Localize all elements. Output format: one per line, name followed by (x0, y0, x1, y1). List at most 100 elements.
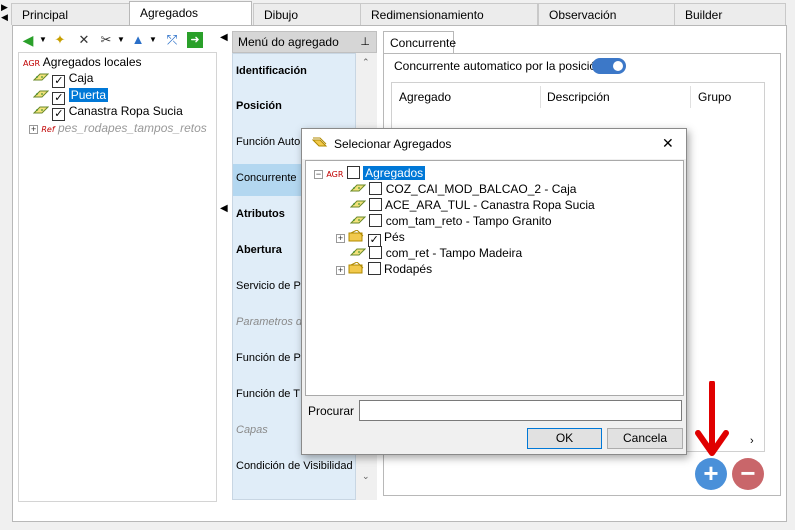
dialog-tree-folder[interactable]: + Rodapés (336, 261, 432, 277)
tab-scroll-right-icon[interactable]: ◀ (1, 12, 8, 23)
agr-tag-icon: AGR (326, 170, 344, 179)
dialog-tree-item[interactable]: ACE_ARA_TUL - Canastra Ropa Sucia (349, 197, 595, 213)
tree-root-label: Agregados locales (42, 55, 142, 69)
tab-agregados[interactable]: Agregados (129, 1, 252, 26)
dialog-tree-label: com_tam_reto - Tampo Granito (385, 214, 552, 228)
tab-label: Dibujo (264, 8, 299, 22)
dialog-tree-checkbox[interactable] (369, 214, 383, 227)
expand-icon[interactable]: + (336, 266, 345, 275)
dialog-tree-item[interactable]: COZ_CAI_MOD_BALCAO_2 - Caja (349, 181, 576, 197)
search-input[interactable] (359, 400, 682, 421)
dialog-tree-root[interactable]: − AGR Agregados (314, 165, 426, 181)
tab-label: Principal (22, 8, 69, 22)
aggregate-icon (349, 214, 367, 226)
cut-icon[interactable]: ✂ (98, 32, 114, 48)
menu-item-identificacion[interactable]: Identificación (236, 65, 354, 77)
menu-item-label: Función Auto (236, 136, 301, 148)
menu-item-label: Concurrente (236, 172, 297, 184)
aggregate-icon (32, 71, 50, 83)
aggregate-icon (349, 198, 367, 210)
tree-item-label: pes_rodapes_tampos_retos (57, 121, 207, 135)
tab-redimensionamiento[interactable]: Redimensionamiento (360, 3, 538, 25)
remove-button[interactable]: − (732, 458, 764, 490)
dialog-tree-folder[interactable]: + ✓ Pés (336, 229, 405, 247)
red-arrow-icon (695, 381, 729, 456)
menu-item-label: Atributos (236, 208, 285, 220)
tree-item-label: Puerta (68, 88, 109, 102)
dialog-tree-item[interactable]: com_tam_reto - Tampo Granito (349, 213, 552, 229)
column-header-descripcion[interactable]: Descripción (547, 90, 610, 104)
aggregate-icon (32, 88, 50, 100)
move-up-icon[interactable]: ▲ (130, 32, 146, 48)
cancel-button-label: Cancela (622, 431, 668, 445)
search-label: Procurar (308, 404, 355, 418)
dialog-tree-checkbox[interactable] (346, 166, 360, 179)
delete-icon[interactable]: ✕ (76, 32, 92, 48)
apply-icon[interactable]: ➜ (187, 32, 203, 48)
tree-item-ref[interactable]: + Ref pes_rodapes_tampos_retos (29, 120, 207, 136)
dropdown-arrow-icon[interactable]: ▼ (35, 32, 51, 48)
link-icon[interactable]: ⤱ (164, 32, 180, 48)
tab-principal[interactable]: Principal (11, 3, 130, 25)
dialog-app-icon (311, 136, 328, 153)
menu-item-label: Función de P (236, 352, 301, 364)
tree-item-caja[interactable]: ✓ Caja (32, 70, 94, 88)
ok-button[interactable]: OK (527, 428, 602, 449)
scroll-down-icon[interactable]: ⌄ (362, 471, 370, 482)
tab-dibujo[interactable]: Dibujo (253, 3, 361, 25)
add-button[interactable]: + (695, 458, 727, 490)
menu-item-label: Identificación (236, 65, 307, 77)
column-divider[interactable] (540, 86, 541, 108)
dialog-tree-label: com_ret - Tampo Madeira (385, 246, 523, 260)
dialog-tree-checkbox[interactable] (369, 246, 383, 259)
folder-icon (348, 261, 364, 274)
dialog-tree-checkbox[interactable] (367, 262, 381, 275)
menu-item-label: Parametros d (236, 316, 303, 328)
aggregate-menu-header: Menú do agregado ⊥ (232, 31, 377, 53)
expand-icon[interactable]: + (29, 125, 38, 134)
tree-item-canastra[interactable]: ✓ Canastra Ropa Sucia (32, 103, 183, 121)
dialog-tree-checkbox[interactable] (369, 182, 383, 195)
menu-item-label: Abertura (236, 244, 282, 256)
tab-builder[interactable]: Builder (674, 3, 786, 25)
menu-item-posicion[interactable]: Posición (236, 100, 354, 112)
tab-concurrente[interactable]: Concurrente (383, 31, 456, 54)
dropdown-arrow-icon[interactable]: ▼ (113, 32, 129, 48)
dialog-tree-label: Rodapés (384, 262, 433, 276)
pin-icon[interactable]: ⊥ (360, 35, 370, 48)
collapse-left-icon[interactable]: ◀ (220, 32, 228, 43)
aggregate-icon (32, 104, 50, 116)
collapse-icon[interactable]: − (314, 170, 323, 179)
menu-item-visibilidad[interactable]: Condición de Visibilidad (236, 460, 354, 472)
tab-label: Builder (685, 8, 723, 22)
dialog-tree-checkbox[interactable] (369, 198, 383, 211)
scroll-up-icon[interactable]: ⌃ (362, 57, 370, 68)
scroll-right-icon[interactable]: › (750, 435, 754, 447)
tab-observacion[interactable]: Observación (538, 3, 676, 25)
close-icon[interactable]: ✕ (662, 135, 674, 152)
folder-icon (348, 229, 364, 242)
dialog-titlebar: Selecionar Agregados ✕ (302, 129, 686, 159)
column-header-agregado[interactable]: Agregado (399, 90, 451, 104)
auto-concurrent-label: Concurrente automatico por la posición (394, 59, 603, 73)
expand-icon[interactable]: + (336, 234, 345, 243)
collapse-left-icon[interactable]: ◀ (220, 203, 228, 214)
back-icon[interactable]: ◀ (20, 32, 36, 48)
tab-label: Observación (549, 8, 617, 22)
dropdown-arrow-icon[interactable]: ▼ (145, 32, 161, 48)
new-item-icon[interactable]: ✦ (52, 32, 68, 48)
tree-root[interactable]: AGR Agregados locales (23, 54, 142, 70)
auto-concurrent-toggle[interactable] (592, 58, 626, 74)
tree-item-puerta[interactable]: ✓ Puerta (32, 87, 109, 105)
splitter[interactable]: ◀ ◀ (219, 28, 229, 518)
column-header-grupo[interactable]: Grupo (698, 90, 731, 104)
cancel-button[interactable]: Cancela (607, 428, 683, 449)
column-divider[interactable] (690, 86, 691, 108)
menu-header-label: Menú do agregado (238, 35, 339, 49)
ref-tag-icon: Ref (41, 125, 55, 134)
dialog-tree-item[interactable]: com_ret - Tampo Madeira (349, 245, 523, 261)
aggregates-tree: AGR Agregados locales ✓ Caja ✓ Puerta ✓ … (18, 52, 217, 502)
tree-item-label: Caja (68, 71, 94, 85)
toggle-label: Concurrente automatico por la posición (394, 59, 603, 73)
agr-tag-icon: AGR (23, 59, 41, 68)
